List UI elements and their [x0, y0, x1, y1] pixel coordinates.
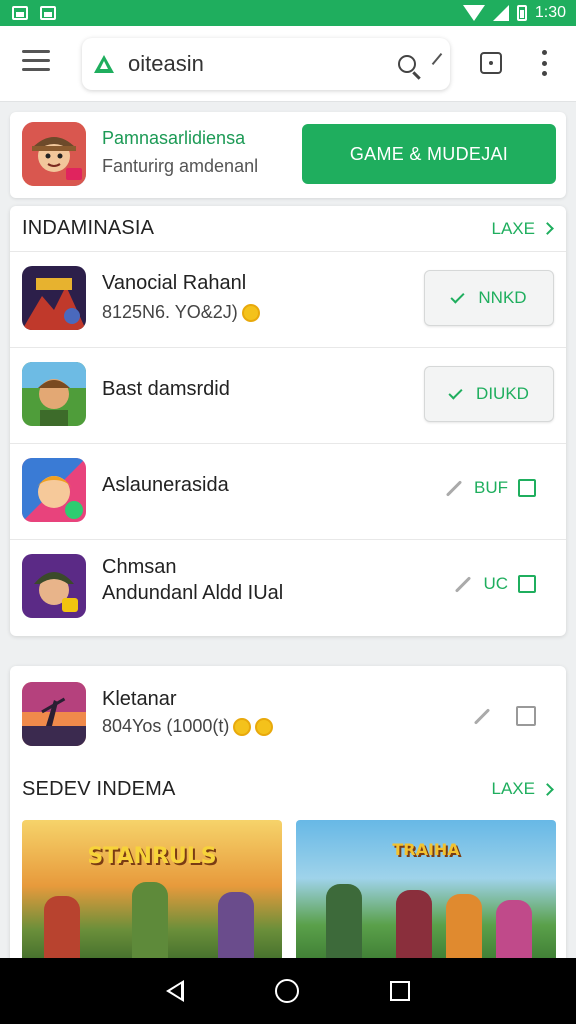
app-row[interactable]: Bast damsrdid DIUKD: [10, 348, 566, 444]
app-row[interactable]: Vanocial Rahanl 8125N6. YO&2J) NNKD: [10, 252, 566, 348]
character-figure: [446, 894, 482, 966]
see-more-link[interactable]: LAXE: [491, 779, 554, 799]
character-figure: [326, 884, 362, 966]
play-store-logo-icon: [94, 55, 114, 73]
checkbox-icon[interactable]: [516, 706, 536, 726]
back-icon[interactable]: [165, 980, 184, 1002]
character-figure: [218, 892, 254, 966]
app-meta: 804Yos (1000(t): [102, 716, 274, 737]
promo-card[interactable]: Pamnasarlidiensa Fanturirg amdenanl GAME…: [10, 112, 566, 198]
app-name: Aslaunerasida: [102, 474, 229, 496]
app-name-line2: Andundanl Aldd IUal: [102, 582, 284, 604]
search-input[interactable]: oiteasin: [82, 38, 450, 90]
checkbox-icon[interactable]: [518, 575, 536, 593]
coin-icon: [233, 717, 252, 736]
promo-subtitle: Fanturirg amdenanl: [102, 156, 259, 176]
update-action[interactable]: UC: [453, 574, 536, 594]
notification-icon: [12, 6, 28, 20]
see-more-link[interactable]: LAXE: [491, 218, 554, 239]
action-label: UC: [483, 574, 508, 593]
edit-icon: [473, 707, 491, 725]
app-icon: [22, 266, 86, 330]
section-header: INDAMINASIA LAXE: [10, 206, 566, 252]
update-action[interactable]: BUF: [444, 478, 536, 498]
character-figure: [44, 896, 80, 966]
coin-icon: [241, 303, 260, 322]
app-icon: [22, 458, 86, 522]
app-icon: [22, 554, 86, 618]
promo-title: Pamnasarlidiensa: [102, 128, 246, 148]
wifi-icon: [462, 5, 485, 21]
battery-icon: [516, 5, 527, 21]
check-icon: [448, 384, 463, 400]
voice-search-icon[interactable]: [431, 52, 443, 66]
character-figure: [396, 890, 432, 966]
chevron-right-icon: [541, 782, 554, 796]
see-more-label: LAXE: [491, 218, 535, 238]
app-row[interactable]: Aslaunerasida BUF: [10, 444, 566, 540]
promo-action-button[interactable]: GAME & MUDEJAI: [302, 124, 556, 184]
game-banner[interactable]: STANRULS: [22, 820, 282, 966]
search-icon[interactable]: [398, 55, 416, 73]
more-options-icon[interactable]: [540, 50, 548, 76]
app-name: Kletanar: [102, 688, 177, 710]
character-figure: [132, 882, 168, 966]
see-more-label: LAXE: [491, 779, 535, 798]
app-meta-text: 8125N6. YO&2J): [102, 302, 238, 322]
chevron-right-icon: [541, 222, 554, 235]
action-label: DIUKD: [476, 384, 529, 403]
second-card: Kletanar 804Yos (1000(t) SEDEV INDEMA LA…: [10, 666, 566, 966]
banner-title: STANRULS: [87, 844, 217, 869]
app-list-card: INDAMINASIA LAXE Vanocial Rahanl 8125N6.…: [10, 206, 566, 636]
home-icon[interactable]: [274, 979, 299, 1003]
action-label: BUF: [474, 478, 508, 497]
menu-icon[interactable]: [22, 50, 50, 74]
character-figure: [496, 900, 532, 966]
coin-icon: [255, 717, 274, 736]
status-time: 1:30: [534, 4, 566, 21]
signal-icon: [492, 5, 509, 21]
edit-icon: [445, 479, 463, 497]
status-bar: 1:30: [0, 0, 576, 26]
installed-button[interactable]: DIUKD: [424, 366, 554, 422]
app-bar: oiteasin: [0, 26, 576, 102]
app-icon: [22, 682, 86, 746]
app-name-line1: Chmsan: [102, 556, 177, 578]
update-action[interactable]: [472, 706, 536, 726]
app-row[interactable]: Chmsan Andundanl Aldd IUal UC: [10, 540, 566, 636]
section-title: INDAMINASIA: [22, 217, 155, 239]
check-icon: [450, 288, 465, 304]
search-text: oiteasin: [128, 51, 204, 76]
edit-icon: [455, 575, 472, 593]
installed-button[interactable]: NNKD: [424, 270, 554, 326]
app-name: Bast damsrdid: [102, 378, 230, 400]
section-header: SEDEV INDEMA LAXE: [10, 766, 566, 812]
image-notification-icon: [40, 6, 56, 20]
banner-title: TRAIHA: [392, 840, 460, 859]
app-meta: 8125N6. YO&2J): [102, 302, 260, 323]
app-name: Vanocial Rahanl: [102, 272, 247, 294]
game-banner[interactable]: TRAIHA: [296, 820, 556, 966]
tabs-icon[interactable]: [480, 52, 502, 74]
promo-app-icon: [22, 122, 86, 186]
app-row[interactable]: Kletanar 804Yos (1000(t): [10, 666, 566, 766]
section-title: SEDEV INDEMA: [22, 777, 176, 800]
app-icon: [22, 362, 86, 426]
system-nav-bar: [0, 958, 576, 1024]
app-meta-text: 804Yos (1000(t): [102, 716, 230, 736]
checkbox-icon[interactable]: [518, 479, 536, 497]
action-label: NNKD: [478, 288, 527, 307]
recent-apps-icon[interactable]: [390, 981, 411, 1001]
